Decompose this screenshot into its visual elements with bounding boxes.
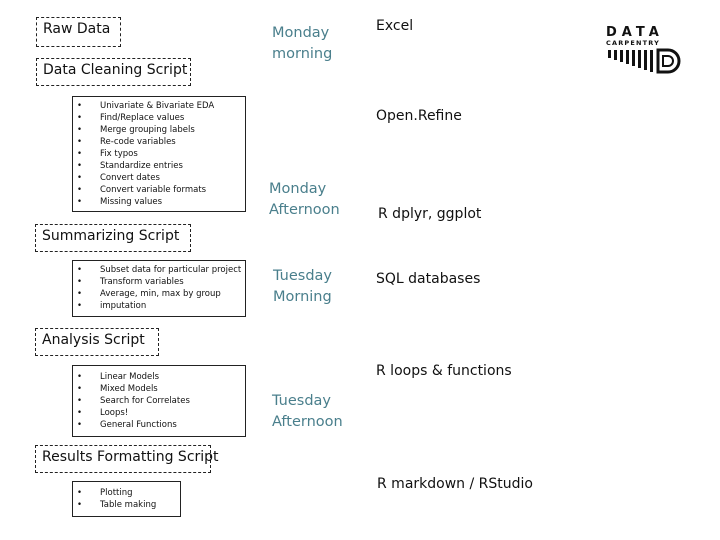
time-tuesday-morning: Tuesday Morning: [273, 268, 332, 305]
stage-data-cleaning: Data Cleaning Script: [36, 58, 191, 86]
list-item: Convert variable formats: [73, 184, 241, 196]
list-item: Merge grouping labels: [73, 124, 241, 136]
list-item: Re-code variables: [73, 136, 241, 148]
cleaning-list: Univariate & Bivariate EDAFind/Replace v…: [72, 96, 246, 212]
list-item: Plotting: [73, 487, 176, 499]
tool-dplyr: R dplyr, ggplot: [378, 206, 482, 222]
list-item: Univariate & Bivariate EDA: [73, 100, 241, 112]
data-carpentry-logo: DATA CARPENTRY: [606, 25, 682, 75]
time-tuesday-afternoon: Tuesday Afternoon: [272, 393, 343, 430]
bullet-list: Linear ModelsMixed ModelsSearch for Corr…: [73, 371, 241, 431]
summarizing-list: Subset data for particular projectTransf…: [72, 260, 246, 317]
tool-r-loops: R loops & functions: [376, 363, 512, 379]
tool-rmarkdown: R markdown / RStudio: [377, 476, 533, 492]
logo-mark-icon: [608, 48, 681, 74]
list-item: Mixed Models: [73, 383, 241, 395]
stage-summarizing: Summarizing Script: [35, 224, 191, 252]
stage-analysis: Analysis Script: [35, 328, 159, 356]
list-item: Table making: [73, 499, 176, 511]
list-item: Find/Replace values: [73, 112, 241, 124]
bullet-list: PlottingTable making: [73, 487, 176, 511]
tool-excel: Excel: [376, 18, 414, 34]
list-item: General Functions: [73, 419, 241, 431]
list-item: Convert dates: [73, 172, 241, 184]
analysis-list: Linear ModelsMixed ModelsSearch for Corr…: [72, 365, 246, 437]
stage-raw-data: Raw Data: [36, 17, 121, 47]
tool-sql: SQL databases: [376, 271, 481, 287]
results-list: PlottingTable making: [72, 481, 181, 517]
list-item: imputation: [73, 300, 241, 312]
list-item: Search for Correlates: [73, 395, 241, 407]
list-item: Standardize entries: [73, 160, 241, 172]
time-monday-morning: Monday morning: [272, 25, 333, 62]
logo-text: DATA: [606, 25, 664, 40]
list-item: Transform variables: [73, 276, 241, 288]
list-item: Missing values: [73, 196, 241, 208]
logo-subtext: CARPENTRY: [606, 39, 661, 47]
bullet-list: Subset data for particular projectTransf…: [73, 264, 241, 312]
list-item: Loops!: [73, 407, 241, 419]
bullet-list: Univariate & Bivariate EDAFind/Replace v…: [73, 100, 241, 208]
list-item: Fix typos: [73, 148, 241, 160]
time-monday-afternoon: Monday Afternoon: [269, 181, 340, 218]
list-item: Linear Models: [73, 371, 241, 383]
list-item: Subset data for particular project: [73, 264, 241, 276]
tool-openrefine: Open.Refine: [376, 108, 462, 124]
list-item: Average, min, max by group: [73, 288, 241, 300]
stage-results-formatting: Results Formatting Script: [35, 445, 219, 473]
